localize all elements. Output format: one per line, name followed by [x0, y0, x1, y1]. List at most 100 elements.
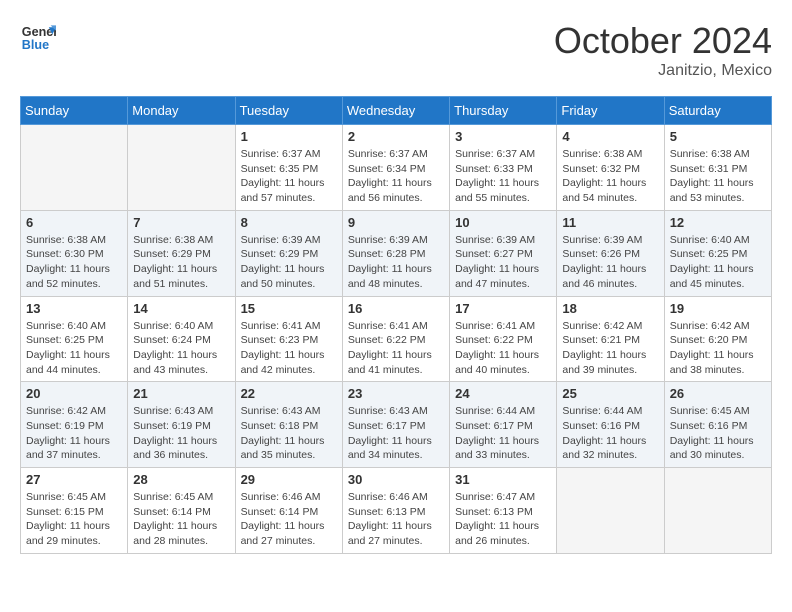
day-info: Sunrise: 6:37 AMSunset: 6:35 PMDaylight:… — [241, 147, 337, 206]
calendar-cell: 9 Sunrise: 6:39 AMSunset: 6:28 PMDaylight… — [342, 210, 449, 296]
calendar-cell: 17 Sunrise: 6:41 AMSunset: 6:22 PMDayligh… — [450, 296, 557, 382]
calendar-cell: 26 Sunrise: 6:45 AMSunset: 6:16 PMDayligh… — [664, 382, 771, 468]
calendar-cell — [557, 468, 664, 554]
day-info: Sunrise: 6:39 AMSunset: 6:29 PMDaylight:… — [241, 233, 337, 292]
day-number: 25 — [562, 386, 658, 401]
calendar-cell: 3 Sunrise: 6:37 AMSunset: 6:33 PMDaylight… — [450, 125, 557, 211]
svg-text:Blue: Blue — [22, 38, 49, 52]
calendar-cell: 22 Sunrise: 6:43 AMSunset: 6:18 PMDayligh… — [235, 382, 342, 468]
day-number: 9 — [348, 215, 444, 230]
logo-icon: General Blue — [20, 20, 56, 56]
day-info: Sunrise: 6:44 AMSunset: 6:17 PMDaylight:… — [455, 404, 551, 463]
day-number: 19 — [670, 301, 766, 316]
day-of-week-header: Monday — [128, 97, 235, 125]
logo: General Blue — [20, 20, 56, 56]
calendar-cell — [21, 125, 128, 211]
title-block: October 2024 Janitzio, Mexico — [554, 20, 772, 80]
day-info: Sunrise: 6:38 AMSunset: 6:31 PMDaylight:… — [670, 147, 766, 206]
day-info: Sunrise: 6:43 AMSunset: 6:18 PMDaylight:… — [241, 404, 337, 463]
day-number: 17 — [455, 301, 551, 316]
calendar-cell: 23 Sunrise: 6:43 AMSunset: 6:17 PMDayligh… — [342, 382, 449, 468]
calendar-cell: 10Sunrise: 6:39 AMSunset: 6:27 PMDayligh… — [450, 210, 557, 296]
day-number: 5 — [670, 129, 766, 144]
day-info: Sunrise: 6:38 AMSunset: 6:29 PMDaylight:… — [133, 233, 229, 292]
day-number: 29 — [241, 472, 337, 487]
day-info: Sunrise: 6:39 AMSunset: 6:27 PMDaylight:… — [455, 233, 551, 292]
day-info: Sunrise: 6:45 AMSunset: 6:15 PMDaylight:… — [26, 490, 122, 549]
calendar-cell: 1 Sunrise: 6:37 AMSunset: 6:35 PMDaylight… — [235, 125, 342, 211]
day-number: 1 — [241, 129, 337, 144]
calendar-cell: 30 Sunrise: 6:46 AMSunset: 6:13 PMDayligh… — [342, 468, 449, 554]
calendar-cell: 8 Sunrise: 6:39 AMSunset: 6:29 PMDaylight… — [235, 210, 342, 296]
calendar-cell: 19 Sunrise: 6:42 AMSunset: 6:20 PMDayligh… — [664, 296, 771, 382]
day-number: 18 — [562, 301, 658, 316]
day-info: Sunrise: 6:40 AMSunset: 6:25 PMDaylight:… — [26, 319, 122, 378]
day-info: Sunrise: 6:39 AMSunset: 6:26 PMDaylight:… — [562, 233, 658, 292]
day-number: 22 — [241, 386, 337, 401]
day-info: Sunrise: 6:47 AMSunset: 6:13 PMDaylight:… — [455, 490, 551, 549]
day-of-week-header: Wednesday — [342, 97, 449, 125]
calendar-table: SundayMondayTuesdayWednesdayThursdayFrid… — [20, 96, 772, 554]
day-of-week-header: Sunday — [21, 97, 128, 125]
calendar-cell: 21 Sunrise: 6:43 AMSunset: 6:19 PMDayligh… — [128, 382, 235, 468]
day-info: Sunrise: 6:38 AMSunset: 6:32 PMDaylight:… — [562, 147, 658, 206]
calendar-cell: 29 Sunrise: 6:46 AMSunset: 6:14 PMDayligh… — [235, 468, 342, 554]
calendar-cell — [664, 468, 771, 554]
day-number: 15 — [241, 301, 337, 316]
calendar-cell: 25 Sunrise: 6:44 AMSunset: 6:16 PMDayligh… — [557, 382, 664, 468]
calendar-cell: 4Sunrise: 6:38 AMSunset: 6:32 PMDaylight… — [557, 125, 664, 211]
day-info: Sunrise: 6:41 AMSunset: 6:23 PMDaylight:… — [241, 319, 337, 378]
day-info: Sunrise: 6:37 AMSunset: 6:33 PMDaylight:… — [455, 147, 551, 206]
day-number: 20 — [26, 386, 122, 401]
day-info: Sunrise: 6:45 AMSunset: 6:14 PMDaylight:… — [133, 490, 229, 549]
day-number: 3 — [455, 129, 551, 144]
calendar-cell: 15 Sunrise: 6:41 AMSunset: 6:23 PMDayligh… — [235, 296, 342, 382]
day-info: Sunrise: 6:42 AMSunset: 6:20 PMDaylight:… — [670, 319, 766, 378]
location: Janitzio, Mexico — [554, 62, 772, 80]
page-header: General Blue October 2024 Janitzio, Mexi… — [20, 20, 772, 80]
day-number: 12 — [670, 215, 766, 230]
day-info: Sunrise: 6:39 AMSunset: 6:28 PMDaylight:… — [348, 233, 444, 292]
calendar-cell: 6Sunrise: 6:38 AMSunset: 6:30 PMDaylight… — [21, 210, 128, 296]
day-number: 23 — [348, 386, 444, 401]
calendar-cell: 27Sunrise: 6:45 AMSunset: 6:15 PMDayligh… — [21, 468, 128, 554]
day-of-week-header: Friday — [557, 97, 664, 125]
calendar-cell: 14 Sunrise: 6:40 AMSunset: 6:24 PMDayligh… — [128, 296, 235, 382]
calendar-cell: 24 Sunrise: 6:44 AMSunset: 6:17 PMDayligh… — [450, 382, 557, 468]
day-info: Sunrise: 6:42 AMSunset: 6:21 PMDaylight:… — [562, 319, 658, 378]
day-info: Sunrise: 6:38 AMSunset: 6:30 PMDaylight:… — [26, 233, 122, 292]
day-info: Sunrise: 6:41 AMSunset: 6:22 PMDaylight:… — [455, 319, 551, 378]
day-info: Sunrise: 6:40 AMSunset: 6:24 PMDaylight:… — [133, 319, 229, 378]
calendar-cell: 11 Sunrise: 6:39 AMSunset: 6:26 PMDayligh… — [557, 210, 664, 296]
calendar-cell: 7Sunrise: 6:38 AMSunset: 6:29 PMDaylight… — [128, 210, 235, 296]
calendar-cell: 13 Sunrise: 6:40 AMSunset: 6:25 PMDayligh… — [21, 296, 128, 382]
day-number: 30 — [348, 472, 444, 487]
day-number: 13 — [26, 301, 122, 316]
calendar-cell: 2 Sunrise: 6:37 AMSunset: 6:34 PMDaylight… — [342, 125, 449, 211]
day-info: Sunrise: 6:37 AMSunset: 6:34 PMDaylight:… — [348, 147, 444, 206]
day-number: 2 — [348, 129, 444, 144]
day-number: 14 — [133, 301, 229, 316]
calendar-cell: 16Sunrise: 6:41 AMSunset: 6:22 PMDayligh… — [342, 296, 449, 382]
day-info: Sunrise: 6:46 AMSunset: 6:13 PMDaylight:… — [348, 490, 444, 549]
day-number: 21 — [133, 386, 229, 401]
month-title: October 2024 — [554, 20, 772, 62]
calendar-cell: 12 Sunrise: 6:40 AMSunset: 6:25 PMDayligh… — [664, 210, 771, 296]
day-info: Sunrise: 6:44 AMSunset: 6:16 PMDaylight:… — [562, 404, 658, 463]
calendar-cell: 31 Sunrise: 6:47 AMSunset: 6:13 PMDayligh… — [450, 468, 557, 554]
day-number: 11 — [562, 215, 658, 230]
day-number: 24 — [455, 386, 551, 401]
day-info: Sunrise: 6:40 AMSunset: 6:25 PMDaylight:… — [670, 233, 766, 292]
day-info: Sunrise: 6:46 AMSunset: 6:14 PMDaylight:… — [241, 490, 337, 549]
calendar-cell: 20 Sunrise: 6:42 AMSunset: 6:19 PMDayligh… — [21, 382, 128, 468]
day-info: Sunrise: 6:43 AMSunset: 6:19 PMDaylight:… — [133, 404, 229, 463]
day-info: Sunrise: 6:42 AMSunset: 6:19 PMDaylight:… — [26, 404, 122, 463]
day-number: 31 — [455, 472, 551, 487]
calendar-cell — [128, 125, 235, 211]
day-number: 8 — [241, 215, 337, 230]
day-info: Sunrise: 6:43 AMSunset: 6:17 PMDaylight:… — [348, 404, 444, 463]
day-number: 16 — [348, 301, 444, 316]
day-info: Sunrise: 6:45 AMSunset: 6:16 PMDaylight:… — [670, 404, 766, 463]
day-of-week-header: Tuesday — [235, 97, 342, 125]
day-number: 26 — [670, 386, 766, 401]
